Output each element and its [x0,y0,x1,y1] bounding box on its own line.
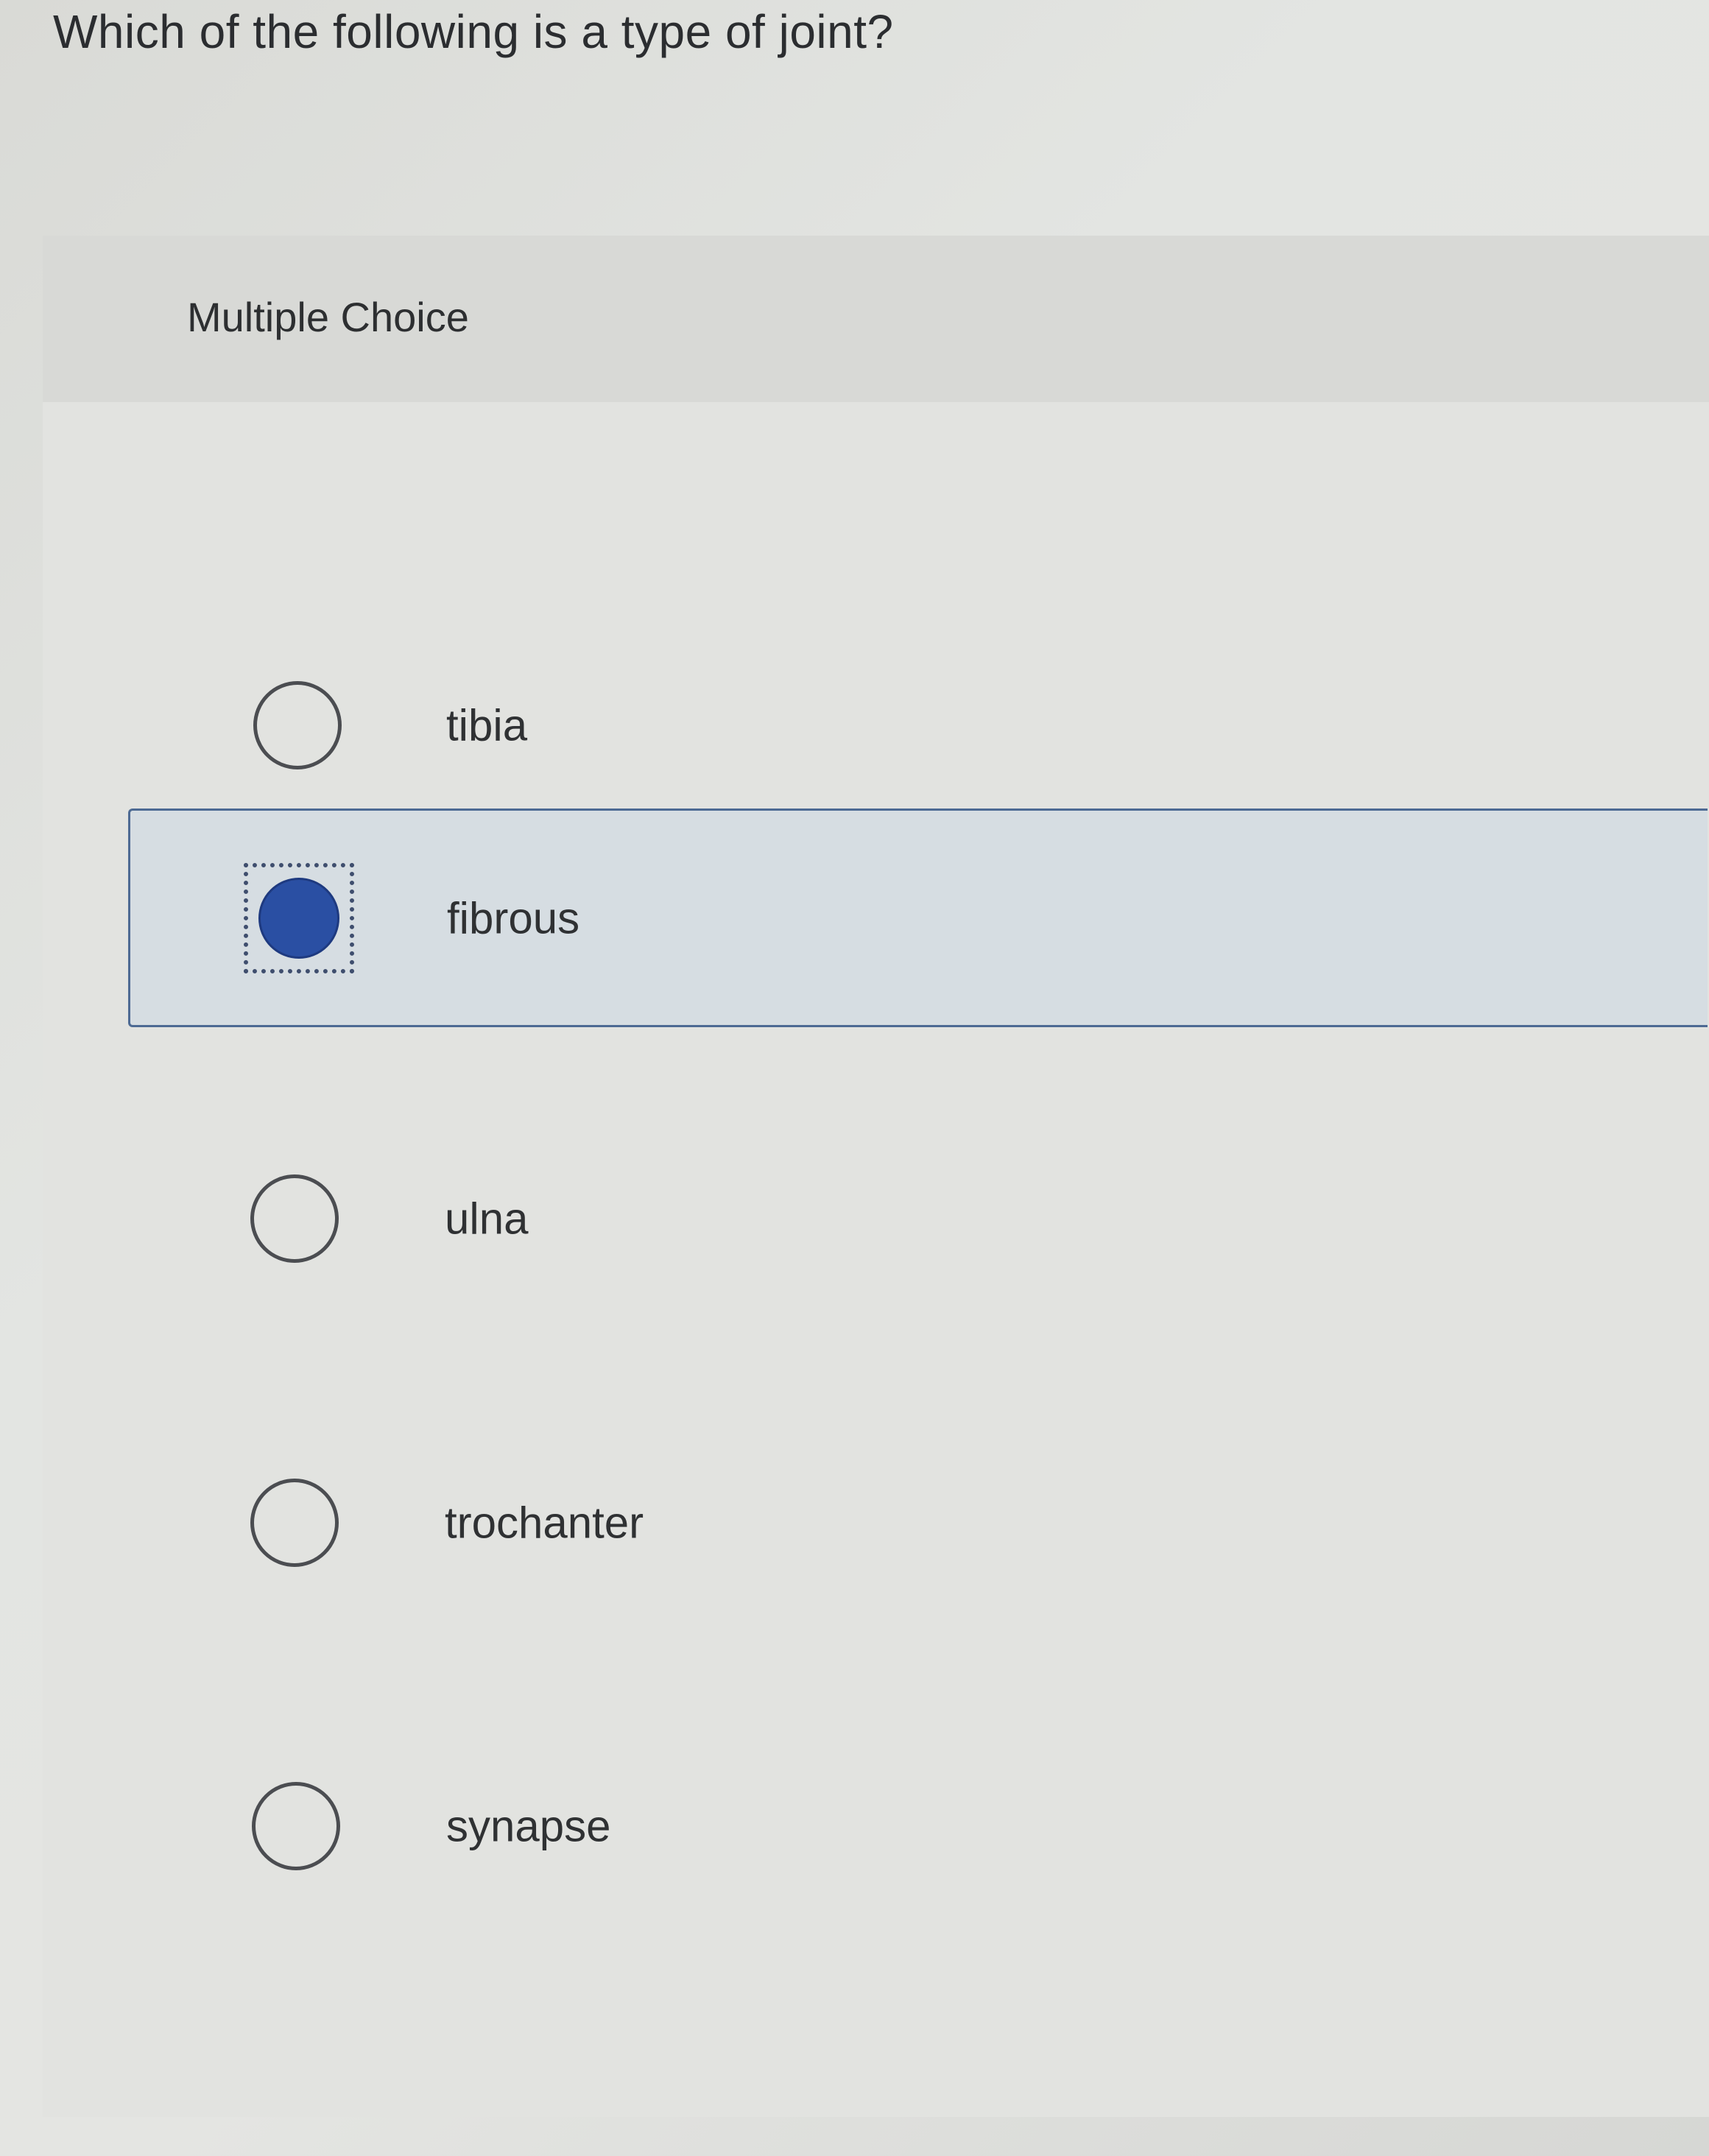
radio-empty-icon[interactable] [250,1174,339,1263]
answer-option-label: trochanter [445,1498,644,1548]
answer-option-label: fibrous [447,893,580,943]
radio-focus-ring[interactable] [244,862,354,973]
radio-empty-icon[interactable] [252,1782,340,1870]
answer-option-label: synapse [446,1801,611,1851]
answer-option-trochanter[interactable]: trochanter [130,1416,1709,1630]
question-type-label: Multiple Choice [187,294,469,340]
card-header: Multiple Choice [43,236,1709,402]
radio-empty-icon[interactable] [250,1479,339,1567]
question-text: Which of the following is a type of join… [53,5,894,58]
answer-option-tibia[interactable]: tibia [130,619,1709,832]
answer-option-fibrous[interactable]: fibrous [128,808,1708,1027]
radio-empty-icon[interactable] [253,681,342,769]
answer-option-label: ulna [445,1194,529,1244]
radio-filled-icon [258,877,339,959]
answer-option-ulna[interactable]: ulna [130,1112,1709,1325]
answer-option-label: tibia [446,700,528,750]
multiple-choice-card: Multiple Choice tibia fibrous ulna troch… [43,236,1709,2117]
answer-option-synapse[interactable]: synapse [130,1719,1709,1933]
